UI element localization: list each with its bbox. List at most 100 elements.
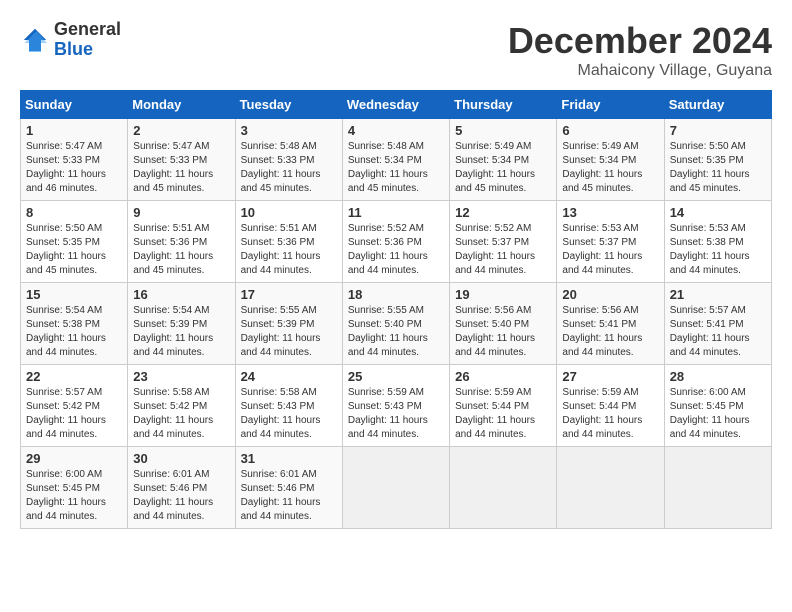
day-info: Sunrise: 5:57 AM Sunset: 5:42 PM Dayligh… bbox=[26, 386, 122, 442]
calendar-cell: 29 Sunrise: 6:00 AM Sunset: 5:45 PM Dayl… bbox=[21, 447, 128, 529]
day-number: 22 bbox=[26, 369, 122, 384]
day-number: 23 bbox=[133, 369, 229, 384]
calendar-cell: 25 Sunrise: 5:59 AM Sunset: 5:43 PM Dayl… bbox=[342, 365, 449, 447]
calendar-cell: 3 Sunrise: 5:48 AM Sunset: 5:33 PM Dayli… bbox=[235, 119, 342, 201]
calendar-cell: 6 Sunrise: 5:49 AM Sunset: 5:34 PM Dayli… bbox=[557, 119, 664, 201]
calendar-week-row: 29 Sunrise: 6:00 AM Sunset: 5:45 PM Dayl… bbox=[21, 447, 772, 529]
calendar-cell: 30 Sunrise: 6:01 AM Sunset: 5:46 PM Dayl… bbox=[128, 447, 235, 529]
day-number: 31 bbox=[241, 451, 337, 466]
calendar-cell: 7 Sunrise: 5:50 AM Sunset: 5:35 PM Dayli… bbox=[664, 119, 771, 201]
calendar-cell: 22 Sunrise: 5:57 AM Sunset: 5:42 PM Dayl… bbox=[21, 365, 128, 447]
day-info: Sunrise: 5:49 AM Sunset: 5:34 PM Dayligh… bbox=[455, 140, 551, 196]
calendar-cell bbox=[664, 447, 771, 529]
calendar-week-row: 15 Sunrise: 5:54 AM Sunset: 5:38 PM Dayl… bbox=[21, 283, 772, 365]
day-number: 7 bbox=[670, 123, 766, 138]
day-info: Sunrise: 5:47 AM Sunset: 5:33 PM Dayligh… bbox=[26, 140, 122, 196]
day-info: Sunrise: 5:53 AM Sunset: 5:38 PM Dayligh… bbox=[670, 222, 766, 278]
day-info: Sunrise: 5:54 AM Sunset: 5:38 PM Dayligh… bbox=[26, 304, 122, 360]
calendar-cell: 17 Sunrise: 5:55 AM Sunset: 5:39 PM Dayl… bbox=[235, 283, 342, 365]
day-info: Sunrise: 5:50 AM Sunset: 5:35 PM Dayligh… bbox=[26, 222, 122, 278]
logo: General Blue bbox=[20, 20, 121, 60]
calendar-cell: 5 Sunrise: 5:49 AM Sunset: 5:34 PM Dayli… bbox=[450, 119, 557, 201]
day-number: 25 bbox=[348, 369, 444, 384]
day-number: 2 bbox=[133, 123, 229, 138]
weekday-header-row: SundayMondayTuesdayWednesdayThursdayFrid… bbox=[21, 91, 772, 119]
day-number: 8 bbox=[26, 205, 122, 220]
day-info: Sunrise: 5:50 AM Sunset: 5:35 PM Dayligh… bbox=[670, 140, 766, 196]
weekday-header: Saturday bbox=[664, 91, 771, 119]
day-number: 15 bbox=[26, 287, 122, 302]
day-number: 4 bbox=[348, 123, 444, 138]
weekday-header: Tuesday bbox=[235, 91, 342, 119]
day-number: 1 bbox=[26, 123, 122, 138]
calendar-cell: 9 Sunrise: 5:51 AM Sunset: 5:36 PM Dayli… bbox=[128, 201, 235, 283]
calendar-cell: 12 Sunrise: 5:52 AM Sunset: 5:37 PM Dayl… bbox=[450, 201, 557, 283]
calendar-cell: 11 Sunrise: 5:52 AM Sunset: 5:36 PM Dayl… bbox=[342, 201, 449, 283]
day-number: 18 bbox=[348, 287, 444, 302]
day-number: 21 bbox=[670, 287, 766, 302]
day-info: Sunrise: 5:48 AM Sunset: 5:34 PM Dayligh… bbox=[348, 140, 444, 196]
calendar-cell: 20 Sunrise: 5:56 AM Sunset: 5:41 PM Dayl… bbox=[557, 283, 664, 365]
calendar-cell: 28 Sunrise: 6:00 AM Sunset: 5:45 PM Dayl… bbox=[664, 365, 771, 447]
day-number: 13 bbox=[562, 205, 658, 220]
day-info: Sunrise: 5:59 AM Sunset: 5:44 PM Dayligh… bbox=[455, 386, 551, 442]
day-number: 16 bbox=[133, 287, 229, 302]
day-info: Sunrise: 5:49 AM Sunset: 5:34 PM Dayligh… bbox=[562, 140, 658, 196]
calendar-cell: 31 Sunrise: 6:01 AM Sunset: 5:46 PM Dayl… bbox=[235, 447, 342, 529]
calendar-cell: 19 Sunrise: 5:56 AM Sunset: 5:40 PM Dayl… bbox=[450, 283, 557, 365]
calendar-week-row: 1 Sunrise: 5:47 AM Sunset: 5:33 PM Dayli… bbox=[21, 119, 772, 201]
calendar-week-row: 22 Sunrise: 5:57 AM Sunset: 5:42 PM Dayl… bbox=[21, 365, 772, 447]
day-info: Sunrise: 5:52 AM Sunset: 5:36 PM Dayligh… bbox=[348, 222, 444, 278]
day-number: 19 bbox=[455, 287, 551, 302]
day-number: 27 bbox=[562, 369, 658, 384]
calendar-cell: 8 Sunrise: 5:50 AM Sunset: 5:35 PM Dayli… bbox=[21, 201, 128, 283]
calendar-cell: 13 Sunrise: 5:53 AM Sunset: 5:37 PM Dayl… bbox=[557, 201, 664, 283]
calendar-cell: 23 Sunrise: 5:58 AM Sunset: 5:42 PM Dayl… bbox=[128, 365, 235, 447]
calendar-cell bbox=[450, 447, 557, 529]
day-info: Sunrise: 6:01 AM Sunset: 5:46 PM Dayligh… bbox=[241, 468, 337, 524]
day-info: Sunrise: 5:56 AM Sunset: 5:40 PM Dayligh… bbox=[455, 304, 551, 360]
day-info: Sunrise: 5:59 AM Sunset: 5:43 PM Dayligh… bbox=[348, 386, 444, 442]
weekday-header: Monday bbox=[128, 91, 235, 119]
calendar-cell: 16 Sunrise: 5:54 AM Sunset: 5:39 PM Dayl… bbox=[128, 283, 235, 365]
day-number: 14 bbox=[670, 205, 766, 220]
calendar-cell: 18 Sunrise: 5:55 AM Sunset: 5:40 PM Dayl… bbox=[342, 283, 449, 365]
calendar-cell: 4 Sunrise: 5:48 AM Sunset: 5:34 PM Dayli… bbox=[342, 119, 449, 201]
day-number: 11 bbox=[348, 205, 444, 220]
day-info: Sunrise: 6:00 AM Sunset: 5:45 PM Dayligh… bbox=[670, 386, 766, 442]
day-number: 17 bbox=[241, 287, 337, 302]
day-info: Sunrise: 5:55 AM Sunset: 5:40 PM Dayligh… bbox=[348, 304, 444, 360]
calendar-cell: 27 Sunrise: 5:59 AM Sunset: 5:44 PM Dayl… bbox=[557, 365, 664, 447]
weekday-header: Wednesday bbox=[342, 91, 449, 119]
calendar-cell: 10 Sunrise: 5:51 AM Sunset: 5:36 PM Dayl… bbox=[235, 201, 342, 283]
day-number: 3 bbox=[241, 123, 337, 138]
calendar-cell bbox=[342, 447, 449, 529]
day-number: 30 bbox=[133, 451, 229, 466]
day-number: 10 bbox=[241, 205, 337, 220]
day-info: Sunrise: 5:53 AM Sunset: 5:37 PM Dayligh… bbox=[562, 222, 658, 278]
logo-icon bbox=[20, 25, 50, 55]
day-number: 12 bbox=[455, 205, 551, 220]
day-info: Sunrise: 5:58 AM Sunset: 5:42 PM Dayligh… bbox=[133, 386, 229, 442]
day-number: 5 bbox=[455, 123, 551, 138]
day-number: 6 bbox=[562, 123, 658, 138]
calendar-cell: 14 Sunrise: 5:53 AM Sunset: 5:38 PM Dayl… bbox=[664, 201, 771, 283]
month-title: December 2024 bbox=[508, 20, 772, 62]
day-number: 26 bbox=[455, 369, 551, 384]
logo-general: General bbox=[54, 20, 121, 40]
day-info: Sunrise: 5:59 AM Sunset: 5:44 PM Dayligh… bbox=[562, 386, 658, 442]
title-block: December 2024 Mahaicony Village, Guyana bbox=[508, 20, 772, 80]
location-title: Mahaicony Village, Guyana bbox=[508, 62, 772, 80]
day-number: 9 bbox=[133, 205, 229, 220]
weekday-header: Friday bbox=[557, 91, 664, 119]
weekday-header: Sunday bbox=[21, 91, 128, 119]
logo-blue: Blue bbox=[54, 40, 121, 60]
day-info: Sunrise: 5:55 AM Sunset: 5:39 PM Dayligh… bbox=[241, 304, 337, 360]
day-info: Sunrise: 5:51 AM Sunset: 5:36 PM Dayligh… bbox=[241, 222, 337, 278]
day-info: Sunrise: 6:00 AM Sunset: 5:45 PM Dayligh… bbox=[26, 468, 122, 524]
logo-text: General Blue bbox=[54, 20, 121, 60]
calendar-cell: 1 Sunrise: 5:47 AM Sunset: 5:33 PM Dayli… bbox=[21, 119, 128, 201]
day-info: Sunrise: 5:51 AM Sunset: 5:36 PM Dayligh… bbox=[133, 222, 229, 278]
day-info: Sunrise: 5:58 AM Sunset: 5:43 PM Dayligh… bbox=[241, 386, 337, 442]
page-header: General Blue December 2024 Mahaicony Vil… bbox=[20, 20, 772, 80]
